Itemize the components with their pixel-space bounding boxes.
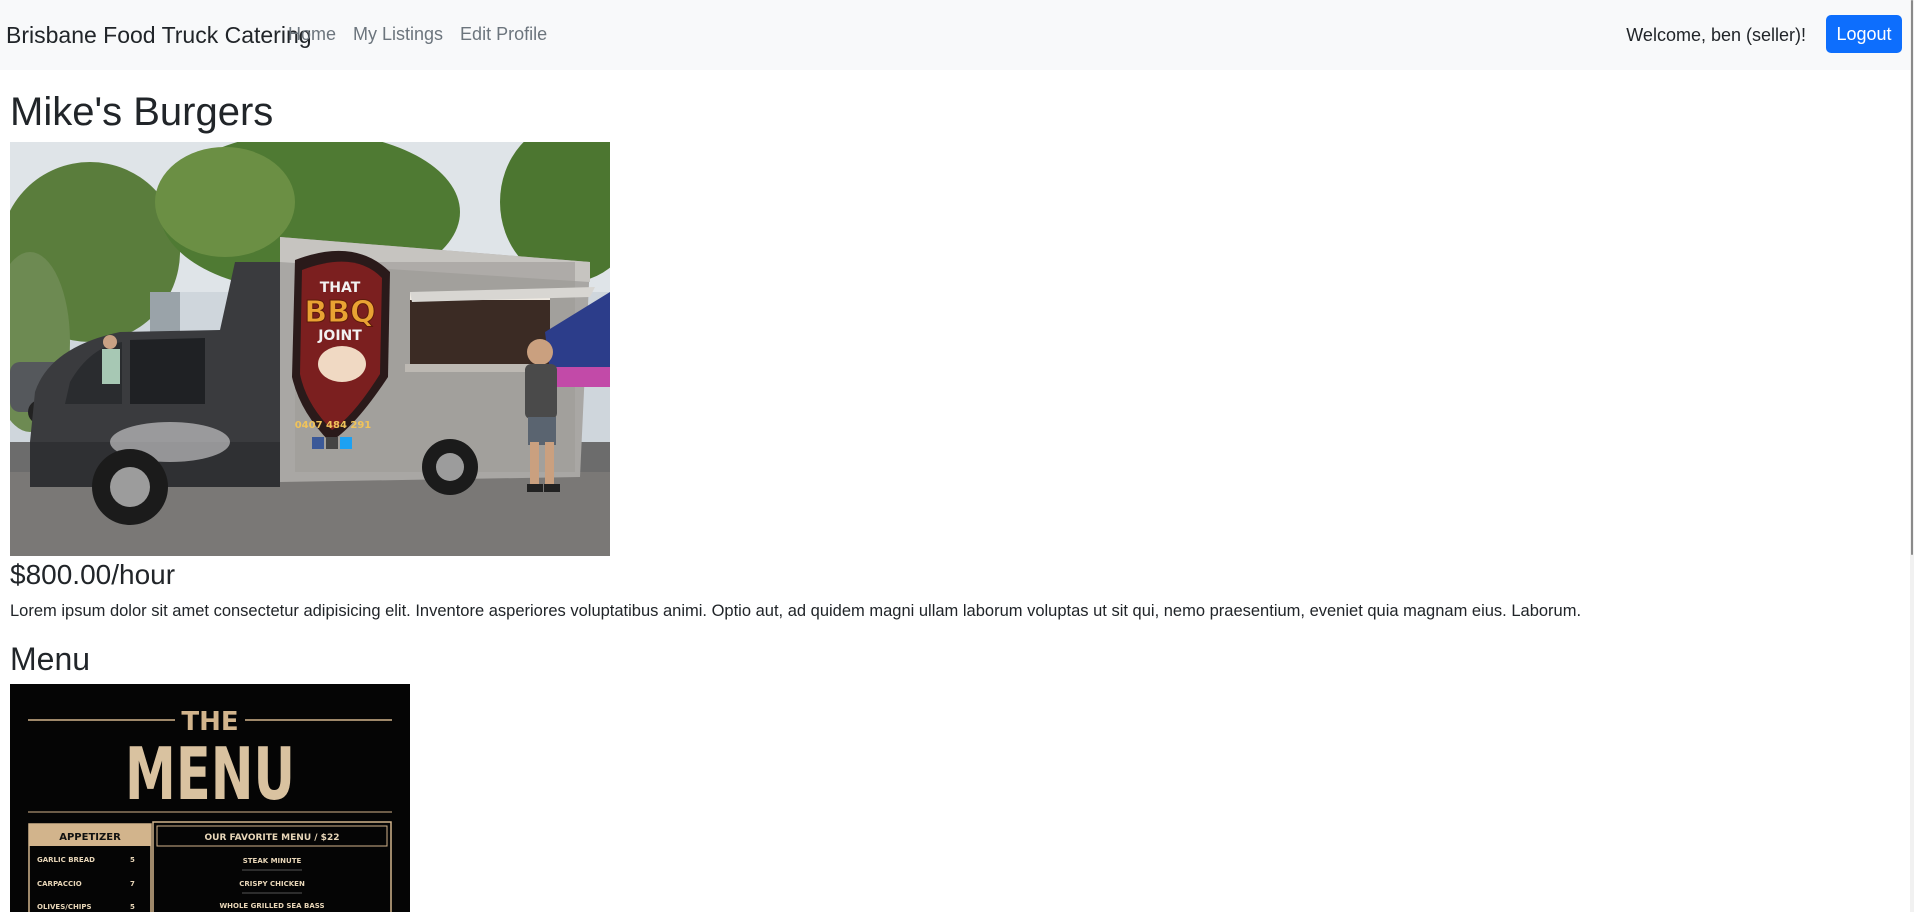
brand-link[interactable]: Brisbane Food Truck Catering bbox=[6, 22, 312, 49]
appetizer-price: 5 bbox=[130, 856, 135, 864]
menu-image: THE MENU APPETIZER GARLIC BREAD 5 CARPAC… bbox=[10, 684, 410, 912]
appetizer-title: APPETIZER bbox=[59, 832, 121, 843]
listing-price: $800.00/hour bbox=[10, 559, 176, 590]
food-truck-image: THAT BBQ JOINT 0407 484 291 bbox=[10, 142, 610, 556]
listing-description: Lorem ipsum dolor sit amet consectetur a… bbox=[10, 602, 1582, 620]
favorites-title: OUR FAVORITE MENU / $22 bbox=[205, 833, 340, 843]
appetizer-price: 7 bbox=[130, 880, 135, 888]
appetizer-item: CARPACCIO bbox=[37, 880, 82, 888]
appetizer-item: GARLIC BREAD bbox=[37, 856, 95, 864]
menu-heading: Menu bbox=[10, 641, 91, 677]
menu-board-image: THE MENU APPETIZER GARLIC BREAD 5 CARPAC… bbox=[10, 684, 410, 912]
nav-links: Home My Listings Edit Profile bbox=[288, 24, 547, 45]
truck-phone-text: 0407 484 291 bbox=[295, 420, 372, 431]
listing-title: Mike's Burgers bbox=[10, 90, 274, 134]
favorite-item: CRISPY CHICKEN bbox=[239, 880, 305, 888]
truck-logo-text-joint: JOINT bbox=[317, 328, 362, 344]
welcome-text: Welcome, ben (seller)! bbox=[1626, 25, 1806, 45]
scrollbar-thumb[interactable] bbox=[1911, 0, 1913, 555]
truck-logo-text-that: THAT bbox=[320, 280, 361, 296]
logout-button[interactable]: Logout bbox=[1826, 15, 1902, 53]
appetizer-item: OLIVES/CHIPS bbox=[37, 903, 92, 911]
listing-photo: THAT BBQ JOINT 0407 484 291 bbox=[10, 142, 610, 556]
favorite-item: WHOLE GRILLED SEA BASS bbox=[219, 902, 324, 910]
appetizer-price: 5 bbox=[130, 903, 135, 911]
nav-edit-profile-link[interactable]: Edit Profile bbox=[460, 24, 547, 45]
menu-title-text: MENU bbox=[125, 732, 295, 816]
navbar: Brisbane Food Truck Catering Home My Lis… bbox=[0, 0, 1910, 70]
nav-home-link[interactable]: Home bbox=[288, 24, 336, 45]
favorite-item: STEAK MINUTE bbox=[243, 857, 302, 865]
truck-logo-text-bbq: BBQ bbox=[304, 295, 375, 330]
nav-my-listings-link[interactable]: My Listings bbox=[353, 24, 443, 45]
